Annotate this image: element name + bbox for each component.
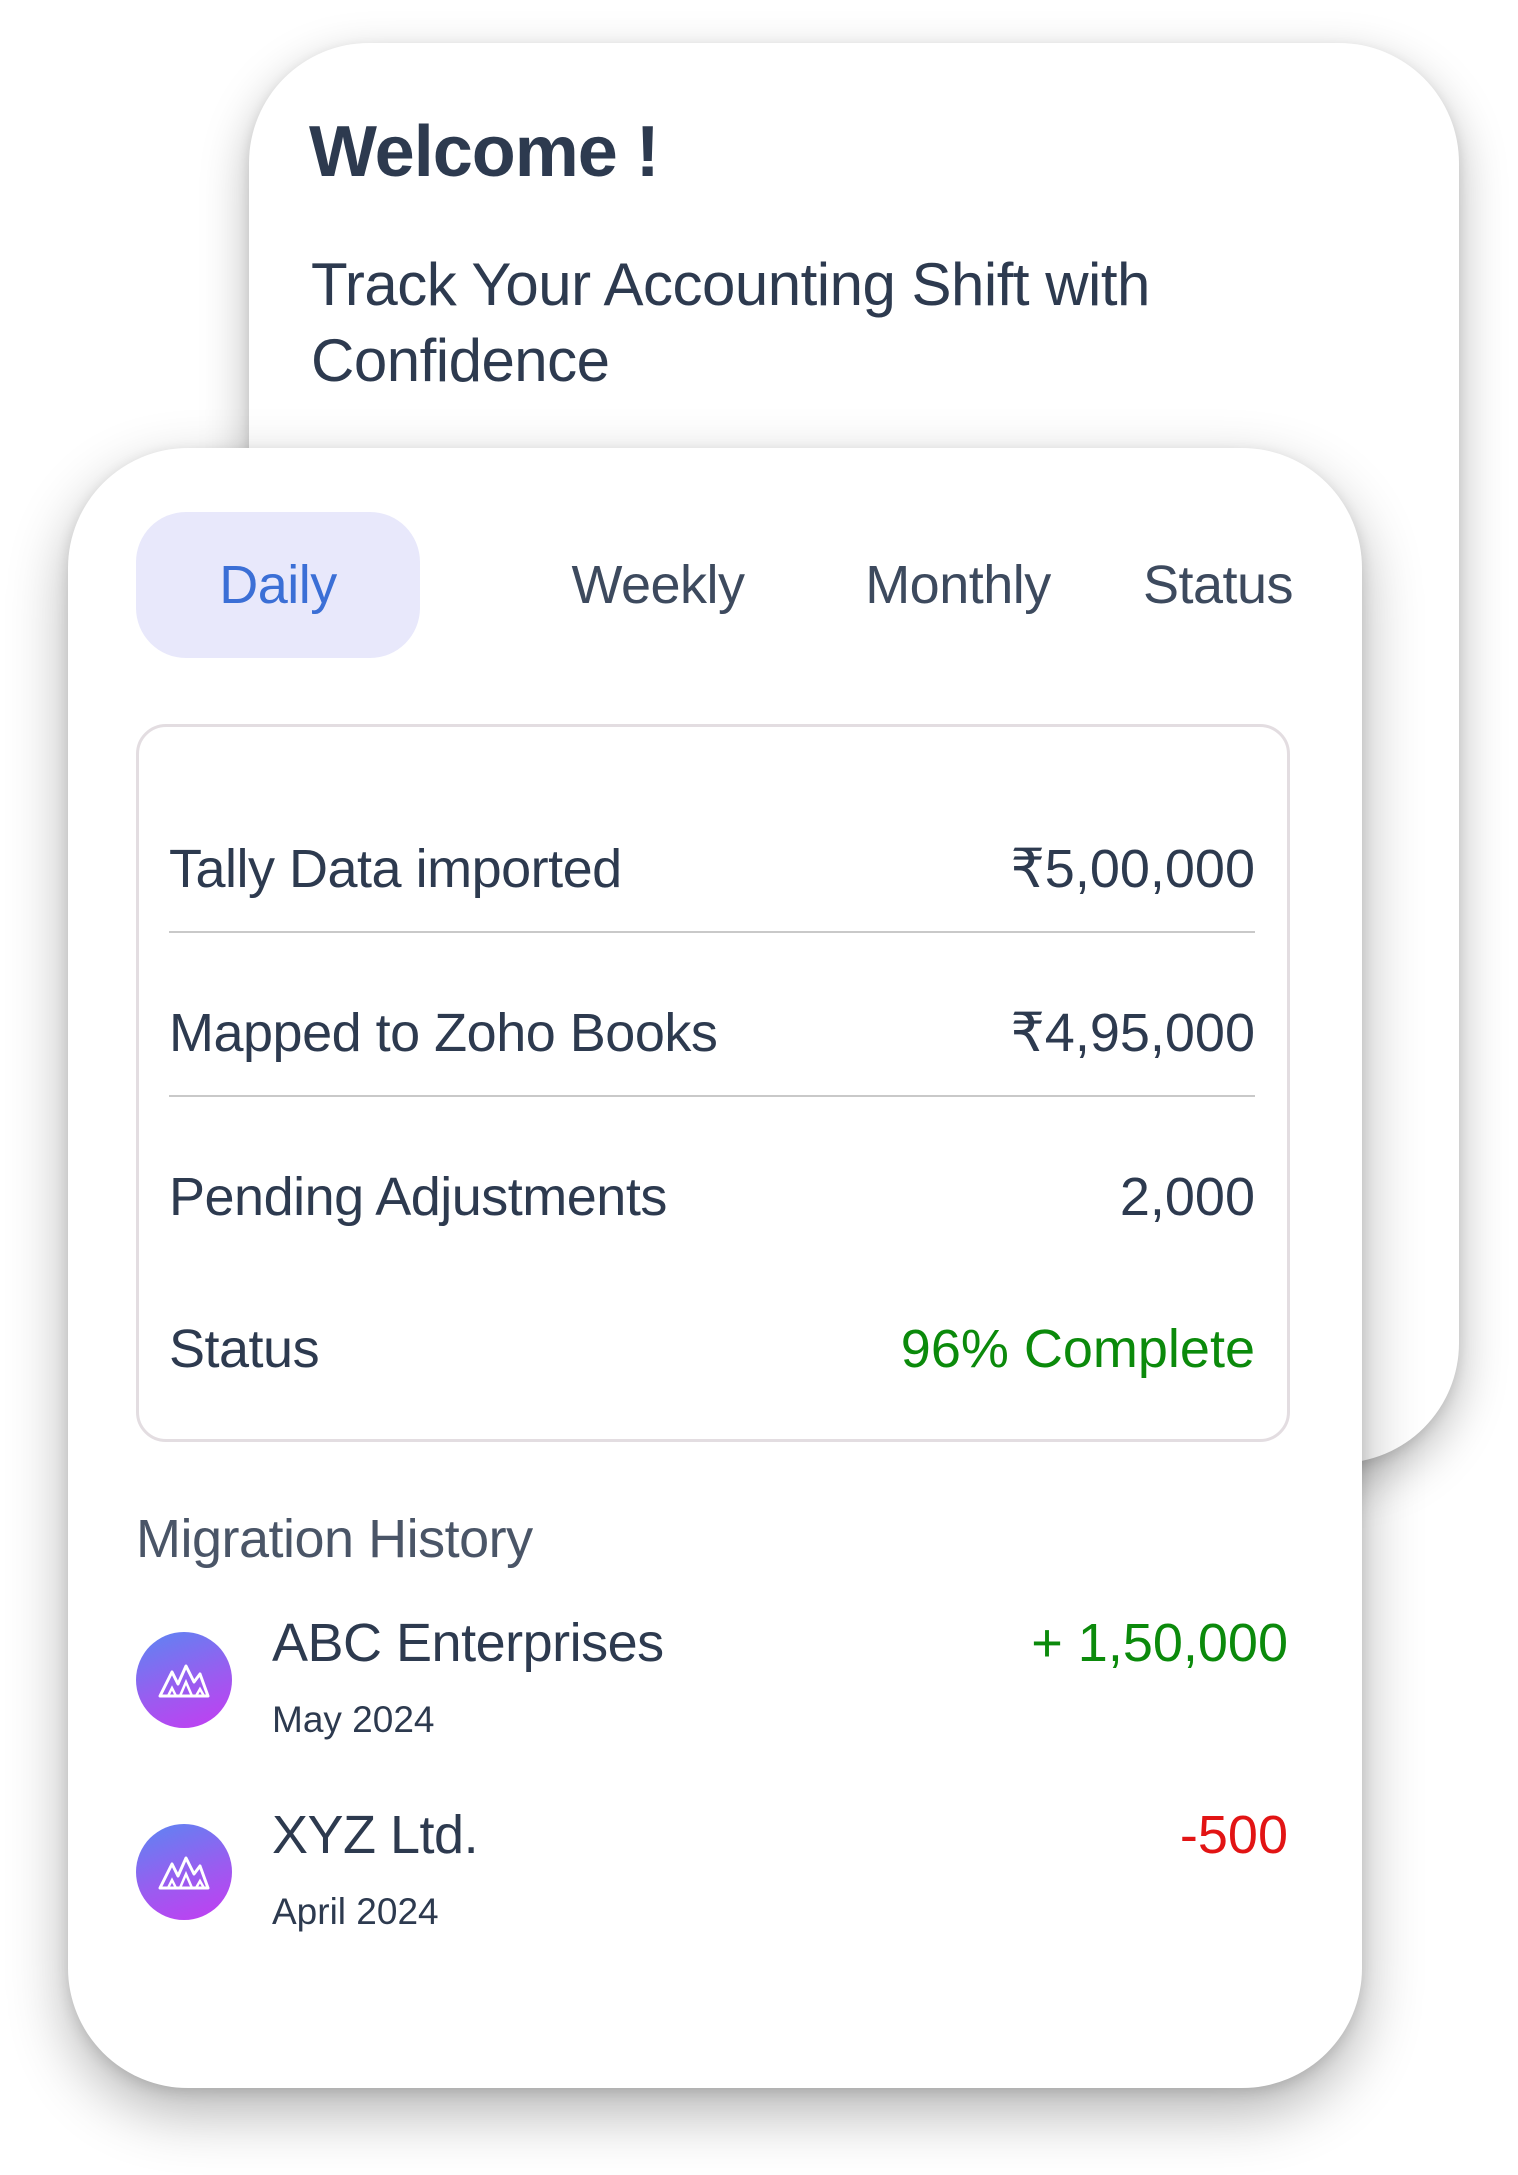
tab-daily[interactable]: Daily (136, 512, 420, 658)
history-amount: + 1,50,000 (1031, 1613, 1288, 1673)
history-company-name: ABC Enterprises (272, 1613, 664, 1673)
company-logo-icon (136, 1824, 232, 1920)
summary-row-tally-imported: Tally Data imported ₹5,00,000 (169, 819, 1255, 919)
welcome-title: Welcome ! (309, 112, 660, 192)
history-amount: -500 (1179, 1805, 1288, 1865)
summary-label: Pending Adjustments (169, 1167, 667, 1227)
summary-label: Mapped to Zoho Books (169, 1003, 718, 1063)
summary-value: 2,000 (1119, 1167, 1255, 1227)
tab-monthly[interactable]: Monthly (808, 512, 1108, 658)
migration-history-title: Migration History (136, 1509, 533, 1569)
summary-row-pending: Pending Adjustments 2,000 (169, 1147, 1255, 1247)
summary-row-mapped: Mapped to Zoho Books ₹4,95,000 (169, 983, 1255, 1083)
history-item[interactable]: ABC Enterprises May 2024 + 1,50,000 (136, 1608, 1290, 1758)
migration-summary: Tally Data imported ₹5,00,000 Mapped to … (136, 724, 1290, 1442)
welcome-subtitle: Track Your Accounting Shift with Confide… (311, 251, 1150, 394)
period-tabs: Daily Weekly Monthly Status (68, 448, 1362, 698)
tab-status[interactable]: Status (1108, 512, 1328, 658)
tab-weekly[interactable]: Weekly (508, 512, 808, 658)
summary-value: ₹4,95,000 (1010, 1003, 1255, 1063)
summary-value: ₹5,00,000 (1010, 839, 1255, 899)
summary-row-status: Status 96% Complete (169, 1299, 1255, 1399)
history-date: May 2024 (272, 1699, 435, 1740)
history-date: April 2024 (272, 1891, 439, 1932)
divider (169, 931, 1255, 933)
summary-label: Status (169, 1319, 320, 1379)
divider (169, 1095, 1255, 1097)
history-item[interactable]: XYZ Ltd. April 2024 -500 (136, 1800, 1290, 1950)
summary-label: Tally Data imported (169, 839, 622, 899)
company-logo-icon (136, 1632, 232, 1728)
history-company-name: XYZ Ltd. (272, 1805, 479, 1865)
migration-dashboard-card: Daily Weekly Monthly Status Tally Data i… (68, 448, 1362, 2088)
status-complete-value: 96% Complete (900, 1319, 1255, 1379)
